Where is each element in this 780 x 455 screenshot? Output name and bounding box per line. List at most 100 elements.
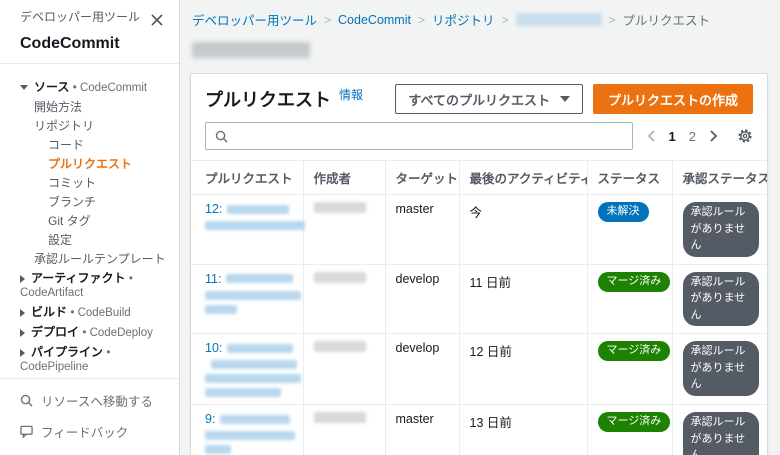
redacted-title [227, 204, 290, 214]
sidebar-header: デベロッパー用ツール CodeCommit [0, 0, 179, 64]
breadcrumb: デベロッパー用ツール > CodeCommit > リポジトリ > > プルリク… [180, 0, 780, 29]
sidebar-tool-label: デベロッパー用ツール [20, 10, 141, 24]
feedback-icon [20, 425, 33, 438]
redacted-author [313, 271, 366, 283]
status-badge: マージ済み [597, 271, 671, 292]
redacted-title [226, 274, 293, 283]
approval-status-badge: 承認ルールがありません [682, 271, 759, 326]
sidebar-section-pipeline[interactable]: パイプライン • CodePipeline [20, 346, 169, 374]
pull-request-link[interactable]: 9: [205, 412, 215, 426]
breadcrumb-separator: > [608, 12, 616, 27]
redacted-title [205, 290, 301, 300]
redacted-title [205, 374, 301, 383]
search-box[interactable] [205, 122, 633, 150]
target-branch: master [384, 194, 459, 265]
page-title-redacted [192, 42, 310, 58]
chevron-left-icon[interactable] [647, 130, 656, 142]
redacted-title [227, 343, 293, 353]
target-branch: master [384, 404, 459, 455]
breadcrumb-separator: > [324, 12, 332, 27]
redacted-title [205, 304, 237, 314]
sidebar-item-pull-requests[interactable]: プルリクエスト [48, 158, 169, 171]
last-activity: 11 日前 [458, 264, 587, 334]
last-activity: 13 日前 [458, 404, 587, 455]
section-closed-icon [20, 274, 25, 283]
table-row: 12: master 今 未解決 承認ルールがありません [191, 194, 767, 265]
last-activity: 今 [458, 194, 587, 265]
main-content: デベロッパー用ツール > CodeCommit > リポジトリ > > プルリク… [180, 0, 780, 455]
status-badge: 未解決 [597, 202, 649, 222]
search-input[interactable] [235, 127, 623, 145]
column-status: ステータス [586, 160, 672, 195]
section-closed-icon [20, 308, 25, 317]
sidebar-item-commits[interactable]: コミット [48, 177, 169, 190]
section-closed-icon [20, 328, 25, 337]
pull-request-link[interactable]: 11: [205, 272, 221, 286]
sidebar-item-approval-rule-templates[interactable]: 承認ルールテンプレート [34, 253, 169, 266]
redacted-author [313, 202, 366, 213]
column-last-activity: 最後のアクティビティ [458, 160, 587, 195]
target-branch: develop [384, 264, 459, 334]
sidebar-section-source[interactable]: ソース • CodeCommit [20, 81, 169, 95]
sidebar-item-repositories[interactable]: リポジトリ [34, 120, 169, 133]
section-open-icon [20, 85, 28, 91]
sidebar: デベロッパー用ツール CodeCommit ソース • CodeCommit 開… [0, 0, 180, 455]
breadcrumb-repositories[interactable]: リポジトリ [432, 10, 495, 29]
redacted-title [220, 414, 291, 424]
table-header-row: プルリクエスト 作成者 ターゲット 最後のアクティビティ ステータス 承認ステー… [191, 160, 767, 195]
sidebar-item-settings[interactable]: 設定 [48, 234, 169, 247]
column-target: ターゲット [384, 160, 459, 195]
approval-status-badge: 承認ルールがありません [682, 341, 759, 396]
sidebar-section-build[interactable]: ビルド • CodeBuild [20, 306, 169, 320]
breadcrumb-repository-name-redacted[interactable] [515, 13, 602, 26]
redacted-title [205, 388, 281, 397]
info-link[interactable]: 情報 [339, 86, 363, 103]
pull-requests-table: プルリクエスト 作成者 ターゲット 最後のアクティビティ ステータス 承認ステー… [191, 160, 767, 455]
target-branch: develop [384, 333, 459, 405]
table-row: 11: develop 11 日前 マージ済み 承認ルールがありません [191, 264, 767, 334]
approval-status-badge: 承認ルールがありません [682, 202, 759, 257]
redacted-title [205, 431, 295, 440]
redacted-title [205, 221, 305, 230]
redacted-title [211, 360, 297, 369]
chevron-right-icon[interactable] [709, 130, 718, 142]
page-number-2[interactable]: 2 [689, 129, 696, 144]
status-badge: マージ済み [597, 412, 671, 432]
sidebar-item-getting-started[interactable]: 開始方法 [34, 101, 169, 114]
last-activity: 12 日前 [458, 333, 587, 405]
go-to-resource-link[interactable]: リソースへ移動する [20, 391, 159, 410]
caret-down-icon [559, 96, 570, 102]
breadcrumb-separator: > [417, 12, 425, 27]
column-pull-request: プルリクエスト [191, 160, 303, 195]
sidebar-item-code[interactable]: コード [48, 139, 169, 152]
feedback-link[interactable]: フィードバック [20, 422, 159, 441]
column-author: 作成者 [302, 160, 385, 195]
close-icon[interactable] [149, 12, 165, 31]
redacted-author [313, 412, 366, 423]
filter-dropdown[interactable]: すべてのプルリクエスト [395, 84, 583, 114]
sidebar-footer: リソースへ移動する フィードバック [0, 378, 179, 455]
breadcrumb-codecommit[interactable]: CodeCommit [338, 13, 411, 27]
pull-request-link[interactable]: 12: [205, 202, 222, 216]
redacted-author [313, 341, 366, 352]
breadcrumb-developer-tools[interactable]: デベロッパー用ツール [192, 10, 317, 29]
search-icon [20, 394, 33, 407]
create-pull-request-button[interactable]: プルリクエストの作成 [592, 84, 753, 114]
sidebar-item-branches[interactable]: ブランチ [48, 196, 169, 209]
sidebar-nav: ソース • CodeCommit 開始方法 リポジトリ コード プルリクエスト … [0, 64, 179, 378]
breadcrumb-separator: > [501, 12, 509, 27]
pull-request-link[interactable]: 10: [205, 341, 222, 355]
page-number-1[interactable]: 1 [669, 129, 676, 144]
pull-requests-panel: プルリクエスト 情報 すべてのプルリクエスト プルリクエストの作成 1 2 プル… [190, 73, 768, 455]
gear-icon[interactable] [737, 128, 753, 144]
panel-title: プルリクエスト [205, 90, 331, 110]
sidebar-section-artifact[interactable]: アーティファクト • CodeArtifact [20, 272, 169, 300]
sidebar-item-git-tags[interactable]: Git タグ [48, 215, 169, 228]
column-approval-status: 承認ステータス [671, 160, 767, 195]
search-icon [215, 130, 228, 143]
redacted-title [205, 445, 231, 454]
status-badge: マージ済み [597, 341, 671, 361]
table-row: 10: develop 12 日前 マージ済み 承認ルールがありません [191, 333, 767, 405]
sidebar-section-deploy[interactable]: デプロイ • CodeDeploy [20, 326, 169, 340]
pagination: 1 2 [647, 128, 753, 144]
